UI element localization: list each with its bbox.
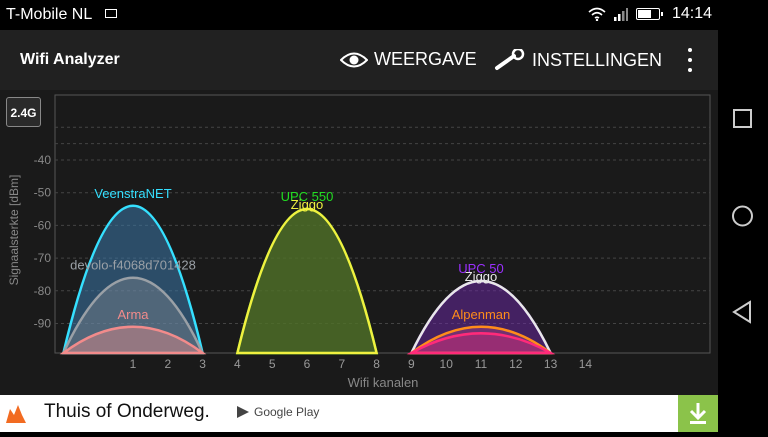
x-tick-label: 11 <box>475 357 488 371</box>
network-label: Arma <box>117 307 149 322</box>
x-axis-label: Wifi kanalen <box>348 375 419 390</box>
x-tick-label: 8 <box>373 357 380 371</box>
message-icon <box>105 9 117 18</box>
y-tick-label: -80 <box>34 284 52 298</box>
wifi-icon <box>588 7 606 21</box>
x-tick-label: 12 <box>509 357 523 371</box>
y-tick-label: -90 <box>34 317 52 331</box>
network-label: devolo-f4068d701428 <box>70 258 196 273</box>
x-tick-label: 2 <box>164 357 171 371</box>
download-icon <box>689 403 707 424</box>
y-tick-label: -50 <box>34 186 52 200</box>
x-tick-label: 13 <box>544 357 558 371</box>
download-button[interactable] <box>678 395 718 432</box>
x-tick-label: 9 <box>408 357 415 371</box>
x-tick-label: 1 <box>130 357 137 371</box>
x-tick-label: 7 <box>338 357 345 371</box>
x-tick-label: 5 <box>269 357 276 371</box>
app-title: Wifi Analyzer <box>20 51 120 68</box>
view-button[interactable]: WEERGAVE <box>340 49 477 70</box>
status-icons: 14:14 <box>588 5 712 23</box>
settings-button[interactable]: INSTELLINGEN <box>494 49 662 71</box>
network-label: Ziggo <box>291 197 324 212</box>
battery-icon <box>635 8 663 20</box>
eye-icon <box>340 52 368 67</box>
app-bar: Wifi Analyzer WEERGAVE INSTELLINGEN <box>0 30 718 90</box>
home-button-icon[interactable] <box>732 205 753 227</box>
store-label: Google Play <box>254 405 320 419</box>
signal-chart: VeenstraNETdevolo-f4068d701428ArmaUPC 55… <box>7 94 711 390</box>
ad-logo-icon <box>6 405 26 423</box>
status-bar: T-Mobile NL 14:14 <box>0 0 718 30</box>
y-tick-label: -60 <box>34 218 52 232</box>
x-tick-label: 10 <box>440 357 454 371</box>
y-axis-label: Signaalsterkte [dBm] <box>7 175 21 286</box>
carrier-label: T-Mobile NL <box>6 6 93 23</box>
settings-label: INSTELLINGEN <box>532 49 663 70</box>
x-tick-label: 3 <box>199 357 206 371</box>
recents-button-icon[interactable] <box>733 109 752 128</box>
wrench-icon <box>495 49 525 70</box>
network-label: VeenstraNET <box>94 186 171 201</box>
x-tick-label: 4 <box>234 357 241 371</box>
network-label: Alpenman <box>452 307 511 322</box>
x-tick-label: 6 <box>304 357 311 371</box>
y-tick-label: -40 <box>34 153 52 167</box>
back-button-icon[interactable] <box>732 300 751 324</box>
play-store-icon <box>237 406 249 418</box>
navigation-bar <box>718 0 768 432</box>
clock: 14:14 <box>671 5 712 22</box>
x-tick-label: 14 <box>579 357 593 371</box>
google-play-badge: Google Play <box>236 405 319 419</box>
view-label: WEERGAVE <box>374 49 477 69</box>
ad-text: Thuis of Onderweg. <box>44 401 210 422</box>
overflow-menu-icon[interactable] <box>680 48 700 72</box>
network-label: Ziggo <box>465 269 498 284</box>
app-screen: T-Mobile NL 14:14 Wifi Analyzer WEERGAVE… <box>0 0 718 432</box>
ad-banner[interactable]: Thuis of Onderweg. Google Play <box>0 395 718 432</box>
y-tick-label: -70 <box>34 251 52 265</box>
signal-icon <box>613 8 628 21</box>
